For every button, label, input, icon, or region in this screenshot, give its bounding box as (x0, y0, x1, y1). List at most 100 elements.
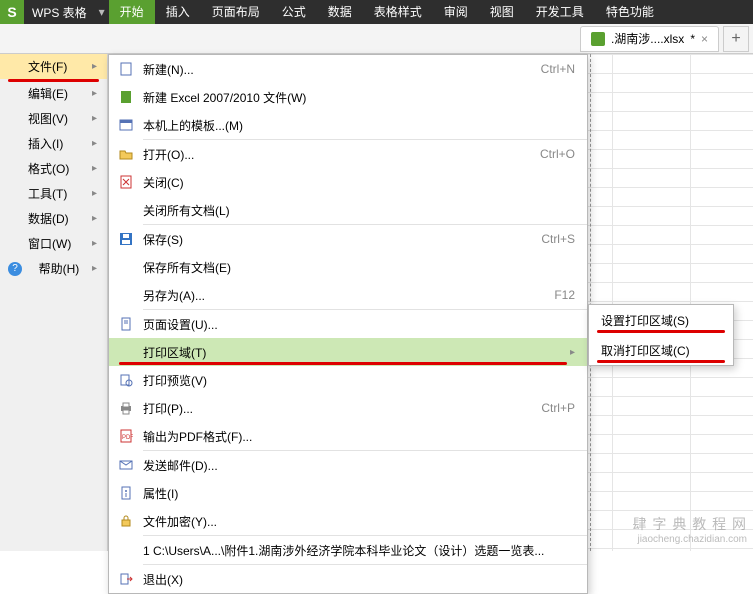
document-tab-label: .湖南涉....xlsx (611, 30, 684, 47)
chevron-right-icon: ▸ (92, 238, 97, 249)
menu-item-label: 保存所有文档(E) (143, 259, 575, 276)
mail-icon (109, 458, 143, 472)
file-menu-item[interactable]: 保存所有文档(E) (109, 253, 587, 281)
file-menu-item[interactable]: PDF输出为PDF格式(F)... (109, 422, 587, 450)
sidebar-item-数据(D)[interactable]: 数据(D)▸ (0, 206, 107, 231)
menu-tab-页面布局[interactable]: 页面布局 (201, 0, 271, 24)
file-menu-item[interactable]: 页面设置(U)... (109, 310, 587, 338)
menu-item-label: 退出(X) (143, 571, 575, 588)
sidebar-item-label: 帮助(H) (39, 260, 80, 277)
chevron-right-icon: ▸ (92, 213, 97, 224)
menu-tab-公式[interactable]: 公式 (271, 0, 317, 24)
menu-item-label: 另存为(A)... (143, 287, 554, 304)
highlight-underline (597, 360, 725, 363)
print-area-submenu: 设置打印区域(S) 取消打印区域(C) (588, 304, 734, 366)
menu-tab-开始[interactable]: 开始 (109, 0, 155, 24)
menu-item-label: 打开(O)... (143, 146, 540, 163)
add-tab-button[interactable]: + (723, 26, 749, 52)
menu-item-label: 关闭所有文档(L) (143, 202, 575, 219)
sidebar-item-编辑(E)[interactable]: 编辑(E)▸ (0, 81, 107, 106)
menu-item-label: 新建(N)... (143, 61, 541, 78)
file-menu-item[interactable]: 打开(O)...Ctrl+O (109, 140, 587, 168)
pdf-icon: PDF (109, 429, 143, 443)
file-menu-item[interactable]: 本机上的模板...(M) (109, 111, 587, 139)
sidebar-item-插入(I)[interactable]: 插入(I)▸ (0, 131, 107, 156)
file-menu-item[interactable]: 打印预览(V) (109, 366, 587, 394)
svg-text:PDF: PDF (122, 435, 133, 441)
file-menu-item[interactable]: 关闭所有文档(L) (109, 196, 587, 224)
sidebar-item-窗口(W)[interactable]: 窗口(W) ▸ (0, 231, 107, 256)
xls-icon (109, 90, 143, 104)
chevron-right-icon: ▸ (92, 263, 97, 274)
sidebar-item-label: 窗口(W) (28, 235, 71, 252)
highlight-underline (119, 362, 567, 365)
exit-icon (109, 572, 143, 586)
chevron-right-icon: ▸ (92, 113, 97, 124)
sidebar-item-工具(T)[interactable]: 工具(T)▸ (0, 181, 107, 206)
submenu-item-label: 设置打印区域(S) (601, 312, 689, 329)
menu-shortcut: Ctrl+O (540, 147, 575, 161)
file-menu-item[interactable]: 保存(S)Ctrl+S (109, 225, 587, 253)
page-icon (109, 317, 143, 331)
menu-item-label: 文件加密(Y)... (143, 513, 575, 530)
app-logo: S (0, 0, 24, 24)
menu-tab-特色功能[interactable]: 特色功能 (595, 0, 665, 24)
print-icon (109, 401, 143, 415)
save-icon (109, 232, 143, 246)
menu-item-label: 关闭(C) (143, 174, 575, 191)
close-icon[interactable]: × (701, 32, 708, 46)
menu-tab-数据[interactable]: 数据 (317, 0, 363, 24)
chevron-right-icon: ▸ (92, 163, 97, 174)
menu-tab-表格样式[interactable]: 表格样式 (363, 0, 433, 24)
sidebar-item-label: 插入(I) (28, 135, 63, 152)
file-menu-item[interactable]: 打印(P)...Ctrl+P (109, 394, 587, 422)
lock-icon (109, 514, 143, 528)
file-menu-item[interactable]: 新建 Excel 2007/2010 文件(W) (109, 83, 587, 111)
app-menu-chevron-icon[interactable]: ▾ (95, 5, 109, 19)
sidebar-item-帮助(H)[interactable]: ? 帮助(H) ▸ (0, 256, 107, 281)
menu-shortcut: Ctrl+N (541, 62, 575, 76)
chevron-right-icon: ▸ (92, 188, 97, 199)
menu-tab-审阅[interactable]: 审阅 (433, 0, 479, 24)
submenu-item[interactable]: 设置打印区域(S) (589, 305, 733, 335)
prop-icon (109, 486, 143, 500)
file-menu-item[interactable]: 发送邮件(D)... (109, 451, 587, 479)
file-menu-item[interactable]: 文件加密(Y)... (109, 507, 587, 535)
menu-tab-开发工具[interactable]: 开发工具 (525, 0, 595, 24)
menu-shortcut: Ctrl+P (541, 401, 575, 415)
sidebar-item-视图(V)[interactable]: 视图(V)▸ (0, 106, 107, 131)
file-menu-item[interactable]: 1 C:\Users\A...\附件1.湖南涉外经济学院本科毕业论文（设计）选题… (109, 536, 587, 564)
help-icon: ? (8, 262, 22, 276)
menu-item-label: 1 C:\Users\A...\附件1.湖南涉外经济学院本科毕业论文（设计）选题… (143, 542, 575, 559)
menu-tab-视图[interactable]: 视图 (479, 0, 525, 24)
file-menu: 新建(N)...Ctrl+N新建 Excel 2007/2010 文件(W)本机… (108, 54, 588, 594)
file-menu-item[interactable]: 属性(I) (109, 479, 587, 507)
modified-star: * (690, 32, 695, 46)
menu-item-label: 发送邮件(D)... (143, 457, 575, 474)
menu-item-label: 打印区域(T) (143, 344, 570, 361)
document-tab[interactable]: .湖南涉....xlsx * × (580, 26, 719, 52)
file-menu-item[interactable]: 退出(X) (109, 565, 587, 593)
chevron-right-icon: ▸ (570, 347, 575, 358)
file-menu-item[interactable]: 关闭(C) (109, 168, 587, 196)
document-tab-strip: .湖南涉....xlsx * × + (0, 24, 753, 54)
sidebar-item-格式(O)[interactable]: 格式(O) ▸ (0, 156, 107, 181)
highlight-underline (597, 330, 725, 333)
menu-tab-插入[interactable]: 插入 (155, 0, 201, 24)
sidebar-item-文件(F)[interactable]: 文件(F) ▸ (0, 54, 107, 79)
file-menu-item[interactable]: 新建(N)...Ctrl+N (109, 55, 587, 83)
submenu-item[interactable]: 取消打印区域(C) (589, 335, 733, 365)
menu-item-label: 页面设置(U)... (143, 316, 575, 333)
chevron-right-icon: ▸ (92, 88, 97, 99)
open-icon (109, 147, 143, 161)
title-bar: S WPS 表格 ▾ 开始插入页面布局公式数据表格样式审阅视图开发工具特色功能 (0, 0, 753, 24)
sidebar-item-label: 文件(F) (28, 58, 67, 75)
file-menu-item[interactable]: 打印区域(T)▸ (109, 338, 587, 366)
chevron-right-icon: ▸ (92, 61, 97, 72)
sidebar-item-label: 格式(O) (28, 160, 69, 177)
menu-item-label: 保存(S) (143, 231, 541, 248)
app-name: WPS 表格 (24, 4, 95, 21)
tpl-icon (109, 118, 143, 132)
file-menu-item[interactable]: 另存为(A)...F12 (109, 281, 587, 309)
preview-icon (109, 373, 143, 387)
